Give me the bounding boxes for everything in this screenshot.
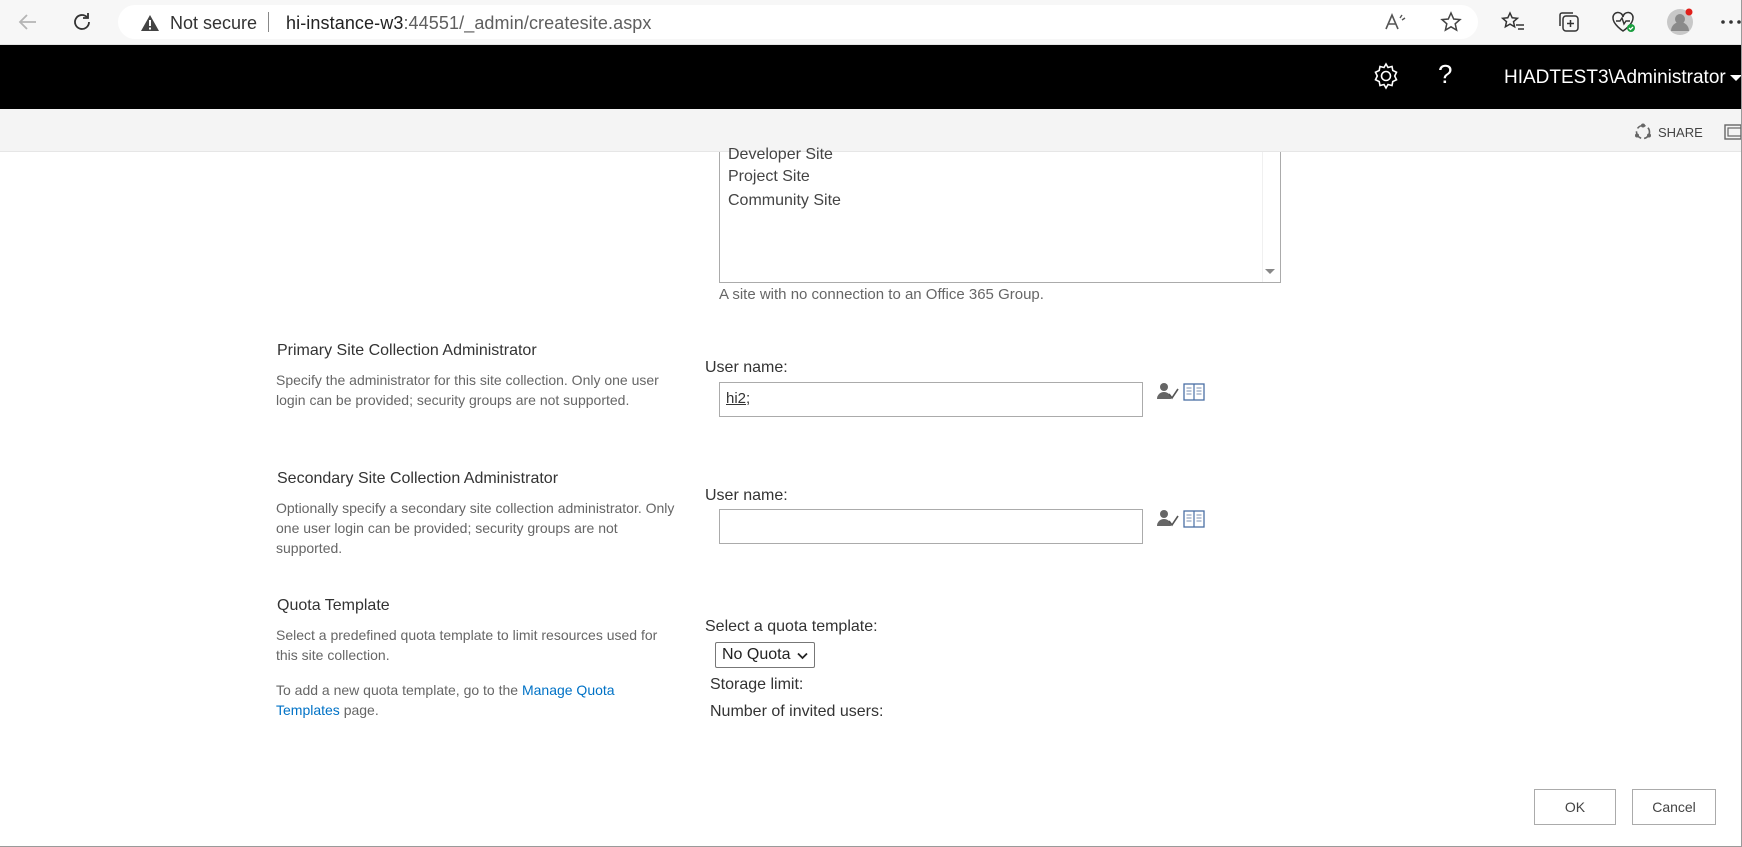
browser-toolbar: Not secure hi-instance-w3:44551/_admin/c… [0,0,1742,45]
back-button[interactable] [12,6,44,38]
quota-select-label: Select a quota template: [705,618,878,635]
quota-add-text: To add a new quota template, go to the M… [276,680,676,720]
scroll-down-icon[interactable] [1265,269,1275,274]
share-button[interactable]: SHARE [1634,123,1703,141]
more-menu-button[interactable] [1716,7,1742,37]
check-names-icon[interactable] [1157,382,1179,402]
template-description: A site with no connection to an Office 3… [719,286,1044,303]
suite-bar: ? HIADTEST3\Administrator [0,45,1742,109]
favorites-button[interactable] [1498,7,1528,37]
template-listbox[interactable]: Developer Site Project Site Community Si… [719,146,1281,283]
template-option[interactable]: Community Site [728,192,841,210]
primary-admin-title: Primary Site Collection Administrator [277,342,537,359]
secondary-username-input[interactable] [719,509,1143,544]
secondary-admin-description: Optionally specify a secondary site coll… [276,500,675,556]
browser-essentials-button[interactable] [1608,7,1638,37]
security-label[interactable]: Not secure [170,13,257,34]
refresh-button[interactable] [66,6,98,38]
settings-gear-icon[interactable] [1371,61,1401,96]
favorites-list-icon [1501,11,1524,30]
secondary-people-picker-icons [1157,509,1205,529]
invited-users-label: Number of invited users: [710,703,884,720]
address-bar[interactable]: Not secure hi-instance-w3:44551/_admin/c… [118,5,1478,39]
browse-directory-icon[interactable] [1183,510,1205,528]
storage-limit-label: Storage limit: [710,676,804,693]
ribbon-bar: SHARE [0,109,1742,152]
primary-people-picker-icons [1157,382,1205,402]
heart-pulse-icon [1612,11,1635,32]
template-option[interactable]: Project Site [728,168,810,186]
secondary-username-label: User name: [705,487,788,504]
quota-title: Quota Template [277,597,390,614]
primary-username-input[interactable]: hi2; [719,382,1143,417]
quota-template-select[interactable]: No Quota [715,642,815,668]
share-icon [1635,123,1651,140]
quota-add-before: To add a new quota template, go to the [276,682,522,698]
quota-description: Select a predefined quota template to li… [276,627,658,663]
cancel-button[interactable]: Cancel [1632,789,1716,825]
ok-button[interactable]: OK [1534,789,1616,825]
secondary-admin-title: Secondary Site Collection Administrator [277,470,559,487]
quota-add-after: page. [339,702,379,718]
avatar-icon [1667,8,1693,35]
url-host: hi-instance-w3 [286,13,404,33]
read-aloud-icon[interactable] [1384,12,1408,37]
primary-admin-description: Specify the administrator for this site … [276,372,659,408]
focus-mode-icon[interactable] [1724,124,1742,145]
back-arrow-icon [18,14,36,30]
chevron-down-icon [797,652,808,660]
template-option[interactable]: Developer Site [728,146,833,164]
user-separator: ; [746,390,751,407]
help-icon[interactable]: ? [1438,59,1452,90]
resolved-user[interactable]: hi2 [726,390,746,407]
share-label: SHARE [1658,124,1703,140]
address-separator [268,12,269,32]
browse-directory-icon[interactable] [1183,383,1205,401]
ellipsis-icon [1721,20,1741,24]
check-names-icon[interactable] [1157,509,1179,529]
favorite-star-icon[interactable] [1440,11,1462,38]
refresh-icon [74,13,90,30]
collections-icon [1559,12,1579,32]
quota-selected-value: No Quota [722,646,791,663]
profile-button[interactable] [1665,7,1695,37]
primary-username-label: User name: [705,359,788,376]
user-menu[interactable]: HIADTEST3\Administrator [1504,67,1726,89]
collections-button[interactable] [1554,7,1584,37]
warning-icon [140,14,160,37]
url-path: :44551/_admin/createsite.aspx [403,13,652,33]
url-text[interactable]: hi-instance-w3:44551/_admin/createsite.a… [286,13,652,34]
listbox-scrollbar[interactable] [1262,152,1280,282]
